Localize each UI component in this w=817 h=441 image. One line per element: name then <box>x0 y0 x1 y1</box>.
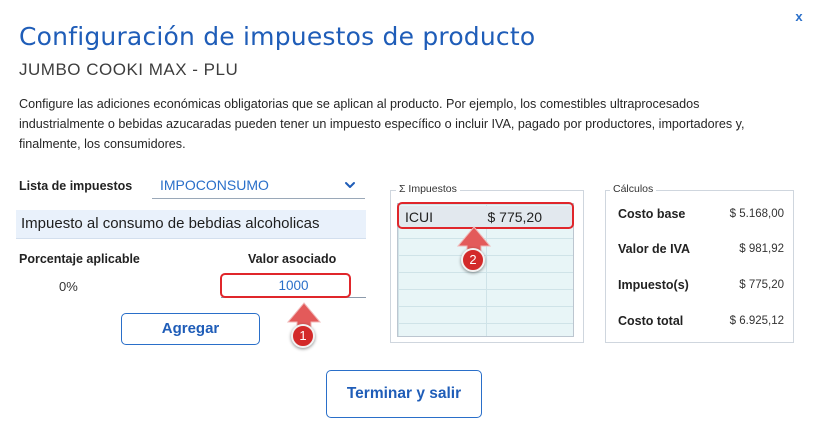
tax-name-text: Impuesto al consumo de bebdias alcoholic… <box>21 215 320 232</box>
taxes-grid[interactable]: ICUI $ 775,20 <box>397 203 574 337</box>
calc-row-iva: Valor de IVA $ 981,92 <box>618 242 788 260</box>
percentage-label: Porcentaje aplicable <box>19 252 140 266</box>
finish-and-exit-button[interactable]: Terminar y salir <box>326 370 482 418</box>
calc-value: $ 5.168,00 <box>729 208 784 220</box>
associated-value-input[interactable] <box>221 274 366 298</box>
dialog-title: Configuración de impuestos de producto <box>19 22 536 51</box>
calc-value: $ 981,92 <box>739 243 784 255</box>
calculations-group-legend: Cálculos <box>610 183 657 195</box>
tax-row-name: ICUI <box>405 209 433 225</box>
calc-row-total-cost: Costo total $ 6.925,12 <box>618 314 788 332</box>
calc-label: Costo base <box>618 207 686 221</box>
calc-row-base-cost: Costo base $ 5.168,00 <box>618 207 788 225</box>
calc-row-taxes: Impuesto(s) $ 775,20 <box>618 278 788 296</box>
tax-config-dialog: x Configuración de impuestos de producto… <box>0 0 817 441</box>
value-label: Valor asociado <box>248 252 337 266</box>
step-marker-1: 1 <box>284 302 324 350</box>
taxes-group: Σ Impuestos ICUI $ 775,20 <box>390 183 584 343</box>
calculations-group: Cálculos Costo base $ 5.168,00 Valor de … <box>605 183 794 343</box>
calc-value: $ 6.925,12 <box>729 315 784 327</box>
dialog-description: Configure las adiciones económicas oblig… <box>19 97 745 151</box>
chevron-down-icon <box>345 182 355 188</box>
calc-label: Valor de IVA <box>618 242 691 256</box>
tax-row[interactable]: ICUI $ 775,20 <box>399 206 572 228</box>
calc-value: $ 775,20 <box>739 279 784 291</box>
tax-list-selected-value: IMPOCONSUMO <box>160 177 269 193</box>
marker-badge: 1 <box>291 324 315 348</box>
product-subtitle: JUMBO COOKI MAX - PLU <box>19 60 239 79</box>
calc-label: Impuesto(s) <box>618 278 689 292</box>
percentage-value: 0% <box>59 279 78 294</box>
tax-name-display: Impuesto al consumo de bebdias alcoholic… <box>16 210 366 239</box>
taxes-group-legend: Σ Impuestos <box>396 183 460 195</box>
tax-list-select[interactable]: IMPOCONSUMO <box>152 173 365 199</box>
tax-row-amount: $ 775,20 <box>487 209 543 225</box>
calc-label: Costo total <box>618 314 684 328</box>
close-icon[interactable]: x <box>791 9 807 25</box>
tax-list-label: Lista de impuestos <box>19 179 133 193</box>
add-button[interactable]: Agregar <box>121 313 260 345</box>
arrow-up-icon <box>286 302 322 331</box>
